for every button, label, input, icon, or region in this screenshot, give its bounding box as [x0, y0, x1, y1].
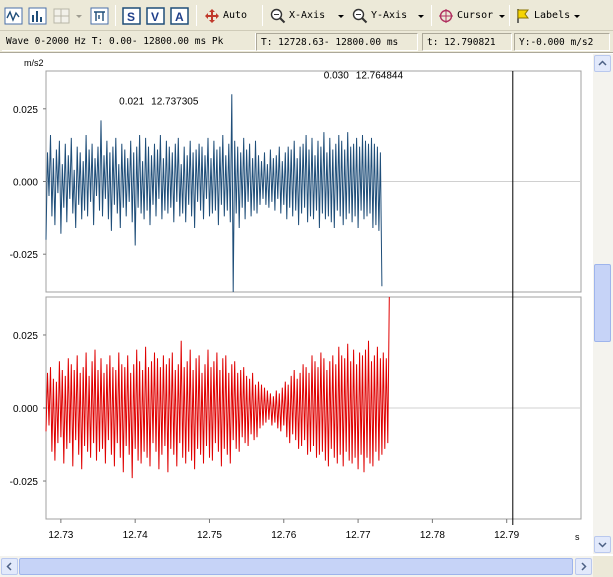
chevron-down-icon [574, 14, 580, 18]
waveform-view-button[interactable] [4, 5, 24, 26]
toolbar-separator [262, 5, 263, 26]
move-arrows-icon [205, 8, 219, 23]
a-mode-icon: A [170, 6, 189, 25]
y-tick-label: 0.000 [13, 404, 38, 415]
view-dropdown-button[interactable] [74, 5, 84, 26]
s-mode-icon: S [122, 6, 141, 25]
peak-time-label: 12.764844 [356, 70, 404, 81]
zoom-x-icon [270, 8, 286, 23]
x-tick-label: 12.79 [494, 530, 519, 541]
toolbar: S V A Auto X-Axis Y-Axis Cursor Labels [0, 0, 613, 31]
y-tick-label: 0.000 [13, 178, 38, 189]
toolbar-separator [196, 5, 197, 26]
svg-text:V: V [151, 10, 159, 24]
plot-area[interactable]: 0.025 0.000 -0.025 m/s2 0.021 12.737305 0.030 1… [0, 54, 593, 554]
waveform-chart[interactable]: 0.025 0.000 -0.025 m/s2 0.021 12.737305 0.030 1… [0, 54, 593, 554]
x-tick-label: 12.75 [197, 530, 222, 541]
scroll-up-button[interactable] [594, 55, 611, 72]
cursor-button[interactable]: Cursor [438, 5, 493, 26]
toolbar-separator [431, 5, 432, 26]
status-bar: Wave 0-2000 Hz T: 0.00- 12800.00 ms Pk T… [0, 31, 613, 53]
vertical-scrollbar[interactable] [593, 54, 613, 554]
spectrum-view-button[interactable] [28, 5, 48, 26]
v-mode-icon: V [146, 6, 165, 25]
chevron-down-icon [338, 14, 344, 18]
y-axis-dropdown[interactable] [416, 5, 426, 26]
scroll-down-button[interactable] [594, 536, 611, 553]
waveform-icon [4, 7, 23, 24]
bar-chart-icon [28, 7, 47, 24]
trigger-icon [90, 7, 109, 24]
scroll-thumb[interactable] [594, 264, 611, 342]
chevron-down-icon [499, 14, 505, 18]
x-tick-label: 12.78 [420, 530, 445, 541]
x-tick-label: 12.76 [271, 530, 296, 541]
x-tick-label: 12.74 [123, 530, 148, 541]
horizontal-scrollbar[interactable] [0, 556, 593, 577]
zoom-y-icon [352, 8, 368, 23]
y-tick-label: 0.025 [13, 331, 38, 342]
chevron-left-icon [6, 562, 12, 571]
cursor-time: t: 12.790821 [422, 33, 512, 51]
peak-value-label: 0.021 [119, 96, 144, 107]
cursor-dropdown[interactable] [497, 5, 507, 26]
grid-icon [53, 8, 70, 23]
y-axis-unit: m/s2 [24, 58, 44, 68]
x-tick-label: 12.77 [346, 530, 371, 541]
x-axis-unit: s [575, 532, 580, 542]
x-axis-button[interactable]: X-Axis [270, 5, 325, 26]
disabled-view-button[interactable] [52, 5, 72, 26]
a-mode-button[interactable]: A [170, 5, 190, 26]
labels-button[interactable]: Labels [515, 5, 570, 26]
y-tick-label: -0.025 [10, 250, 39, 261]
toolbar-separator [115, 5, 116, 26]
cursor-value: Y:-0.000 m/s2 [514, 33, 610, 51]
svg-text:S: S [127, 10, 135, 24]
chevron-down-icon [76, 14, 82, 18]
scroll-left-button[interactable] [1, 558, 18, 575]
labels-dropdown[interactable] [572, 5, 582, 26]
wave-info: Wave 0-2000 Hz T: 0.00- 12800.00 ms Pk [2, 33, 256, 51]
chevron-down-icon [418, 14, 424, 18]
s-mode-button[interactable]: S [122, 5, 142, 26]
x-tick-label: 12.73 [48, 530, 73, 541]
auto-button[interactable]: Auto [204, 5, 247, 26]
y-axis-button[interactable]: Y-Axis [352, 5, 407, 26]
scroll-right-button[interactable] [575, 558, 592, 575]
peak-value-label: 0.030 [324, 70, 349, 81]
peak-time-label: 12.737305 [151, 96, 199, 107]
y-tick-label: 0.025 [13, 105, 38, 116]
trigger-button[interactable] [90, 5, 110, 26]
chevron-right-icon [581, 562, 587, 571]
chevron-up-icon [598, 60, 607, 66]
scrollbar-corner [593, 556, 613, 577]
time-range: T: 12728.63- 12800.00 ms [256, 33, 418, 51]
crosshair-icon [439, 8, 453, 23]
flag-icon [517, 8, 529, 23]
chevron-down-icon [598, 542, 607, 548]
svg-text:A: A [175, 10, 184, 24]
horizontal-scroll-thumb[interactable] [19, 558, 573, 575]
x-axis-dropdown[interactable] [336, 5, 346, 26]
v-mode-button[interactable]: V [146, 5, 166, 26]
y-tick-label: -0.025 [10, 477, 39, 488]
toolbar-separator [509, 5, 510, 26]
